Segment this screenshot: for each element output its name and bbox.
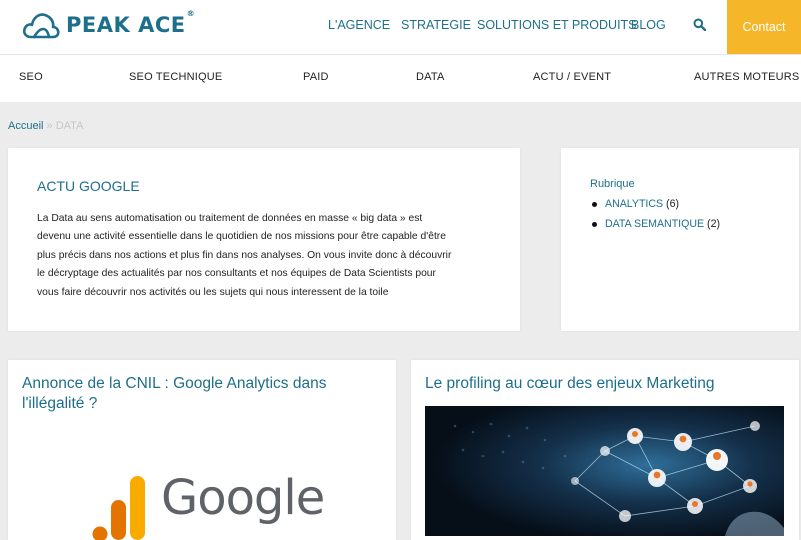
intro-line: plus précis dans nos actions et plus fin…: [37, 247, 477, 265]
category-seo[interactable]: SEO: [19, 71, 43, 83]
article-title[interactable]: Annonce de la CNIL : Google Analytics da…: [22, 374, 352, 414]
rubrique-title: Rubrique: [590, 178, 635, 190]
rubrique-link-data-semantique[interactable]: DATA SEMANTIQUE: [605, 218, 704, 230]
top-navigation-bar: PEAK ACE® L'AGENCE STRATEGIE SOLUTIONS E…: [0, 0, 801, 54]
rubrique-count: (6): [666, 198, 679, 210]
intro-line: le décryptage des actualités par nos con…: [37, 265, 477, 283]
article-card-cnil[interactable]: Annonce de la CNIL : Google Analytics da…: [8, 360, 396, 540]
category-paid[interactable]: PAID: [303, 71, 329, 83]
category-actu-event[interactable]: ACTU / EVENT: [533, 71, 611, 83]
search-icon: [693, 18, 706, 31]
google-analytics-logo: [92, 476, 152, 540]
nav-solutions-produits[interactable]: SOLUTIONS ET PRODUITS: [477, 18, 637, 32]
rubrique-link-analytics[interactable]: ANALYTICS: [605, 198, 663, 210]
category-autres-moteurs[interactable]: AUTRES MOTEURS: [694, 71, 799, 83]
intro-line: devenu une activité essentielle dans le …: [37, 228, 477, 246]
google-wordmark: Google: [161, 470, 324, 526]
breadcrumb-home[interactable]: Accueil: [8, 120, 43, 132]
nav-strategie[interactable]: STRATEGIE: [401, 18, 471, 32]
intro-title: ACTU GOOGLE: [37, 178, 140, 194]
cloud-icon: [22, 10, 60, 40]
nav-agence[interactable]: L'AGENCE: [328, 18, 390, 32]
bullet-icon: [592, 202, 597, 207]
intro-panel: ACTU GOOGLE La Data au sens automatisati…: [8, 148, 520, 331]
category-bar: SEO SEO TECHNIQUE PAID DATA ACTU / EVENT…: [0, 54, 801, 102]
brand-logo[interactable]: PEAK ACE®: [22, 10, 195, 40]
article-card-profiling[interactable]: Le profiling au cœur des enjeux Marketin…: [411, 360, 799, 540]
nav-blog[interactable]: BLOG: [631, 18, 666, 32]
intro-line: La Data au sens automatisation ou traite…: [37, 210, 477, 228]
rubrique-list: ANALYTICS (6) DATA SEMANTIQUE (2): [605, 197, 720, 237]
intro-text: La Data au sens automatisation ou traite…: [37, 210, 477, 302]
article-title[interactable]: Le profiling au cœur des enjeux Marketin…: [425, 374, 755, 394]
rubrique-item-data-semantique: DATA SEMANTIQUE (2): [605, 217, 720, 237]
brand-name: PEAK ACE®: [66, 13, 195, 37]
intro-line: vous faire découvrir nos activités ou le…: [37, 284, 477, 302]
breadcrumb: Accueil » DATA: [8, 120, 83, 132]
rubrique-count: (2): [707, 218, 720, 230]
category-seo-technique[interactable]: SEO TECHNIQUE: [129, 71, 222, 83]
rubrique-item-analytics: ANALYTICS (6): [605, 197, 720, 217]
profiling-network-image: [425, 406, 784, 536]
breadcrumb-separator: »: [47, 120, 53, 132]
rubrique-panel: Rubrique ANALYTICS (6) DATA SEMANTIQUE (…: [561, 148, 799, 331]
network-illustration: [425, 406, 784, 536]
breadcrumb-current: DATA: [56, 120, 84, 132]
search-button[interactable]: [693, 18, 706, 36]
contact-button[interactable]: Contact: [727, 0, 801, 54]
category-data[interactable]: DATA: [416, 71, 445, 83]
bullet-icon: [592, 222, 597, 227]
